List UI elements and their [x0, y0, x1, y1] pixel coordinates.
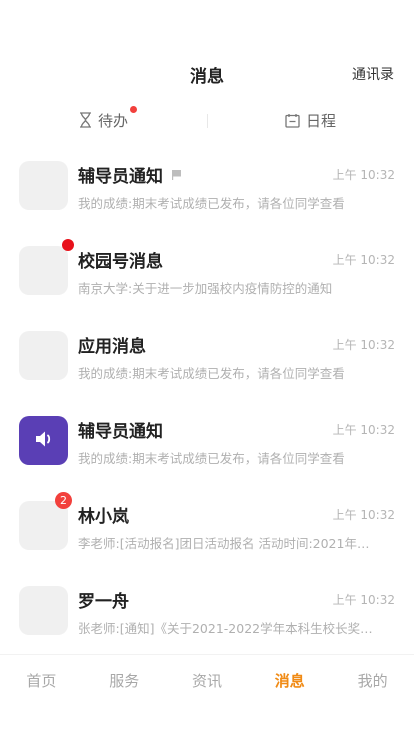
list-item[interactable]: 罗一舟 上午 10:32 张老师:[通知]《关于2021-2022学年本科生校长… — [0, 571, 414, 656]
message-time: 上午 10:32 — [332, 593, 395, 607]
speaker-icon — [34, 430, 54, 452]
list-item[interactable]: 辅导员通知 上午 10:32 我的成绩:期末考试成绩已发布，请各位同学查看 — [0, 401, 414, 486]
message-preview: 我的成绩:期末考试成绩已发布，请各位同学查看 — [78, 366, 345, 381]
message-time: 上午 10:32 — [332, 338, 395, 352]
avatar: 2 — [19, 492, 72, 550]
unread-count-badge: 2 — [55, 492, 72, 509]
unread-dot — [130, 105, 137, 113]
tab-home[interactable]: 首页 — [0, 655, 83, 706]
message-time: 上午 10:32 — [332, 508, 395, 522]
bottom-tab-bar: 首页 服务 资讯 消息 我的 — [0, 654, 414, 706]
avatar — [19, 161, 68, 210]
hourglass-icon — [79, 112, 92, 128]
message-preview: 我的成绩:期末考试成绩已发布，请各位同学查看 — [78, 451, 345, 466]
calendar-icon — [285, 113, 300, 128]
message-time: 上午 10:32 — [332, 253, 395, 267]
list-item[interactable]: 辅导员通知 上午 10:32 我的成绩:期末考试成绩已发布，请各位同学查看 — [0, 146, 414, 231]
message-name: 应用消息 — [78, 337, 146, 357]
contacts-button[interactable]: 通讯录 — [352, 64, 394, 84]
avatar — [19, 239, 74, 295]
list-item[interactable]: 应用消息 上午 10:32 我的成绩:期末考试成绩已发布，请各位同学查看 — [0, 316, 414, 401]
list-item[interactable]: 2 林小岚 上午 10:32 李老师:[活动报名]团日活动报名 活动时间:202… — [0, 486, 414, 571]
header: 消息 通讯录 — [0, 0, 414, 100]
tab-todo-label: 待办 — [98, 105, 137, 131]
message-name: 罗一舟 — [78, 592, 129, 612]
tab-schedule-label: 日程 — [305, 111, 336, 130]
message-name: 校园号消息 — [78, 252, 163, 272]
message-list: 辅导员通知 上午 10:32 我的成绩:期末考试成绩已发布，请各位同学查看 校园… — [0, 146, 414, 656]
message-preview: 张老师:[通知]《关于2021-2022学年本科生校长奖… — [78, 621, 373, 636]
unread-dot — [62, 239, 74, 251]
tab-messages[interactable]: 消息 — [248, 655, 331, 706]
message-preview: 我的成绩:期末考试成绩已发布，请各位同学查看 — [78, 196, 345, 211]
avatar — [19, 586, 68, 635]
tab-mine[interactable]: 我的 — [331, 655, 414, 706]
message-preview: 南京大学:关于进一步加强校内疫情防控的通知 — [78, 281, 333, 296]
message-time: 上午 10:32 — [332, 423, 395, 437]
message-tabs: 待办 日程 — [0, 104, 414, 136]
tab-schedule[interactable]: 日程 — [207, 104, 414, 136]
message-preview: 李老师:[活动报名]团日活动报名 活动时间:2021年… — [78, 536, 370, 551]
message-name: 辅导员通知 — [78, 422, 163, 442]
tab-divider — [207, 114, 208, 128]
pin-flag-icon — [171, 169, 182, 180]
tab-todo[interactable]: 待办 — [0, 104, 207, 136]
list-item[interactable]: 校园号消息 上午 10:32 南京大学:关于进一步加强校内疫情防控的通知 — [0, 231, 414, 316]
avatar — [19, 416, 68, 465]
avatar — [19, 331, 68, 380]
tab-news[interactable]: 资讯 — [166, 655, 249, 706]
tab-services[interactable]: 服务 — [83, 655, 166, 706]
message-name: 林小岚 — [78, 507, 129, 527]
message-name: 辅导员通知 — [78, 162, 182, 187]
message-time: 上午 10:32 — [332, 168, 395, 182]
